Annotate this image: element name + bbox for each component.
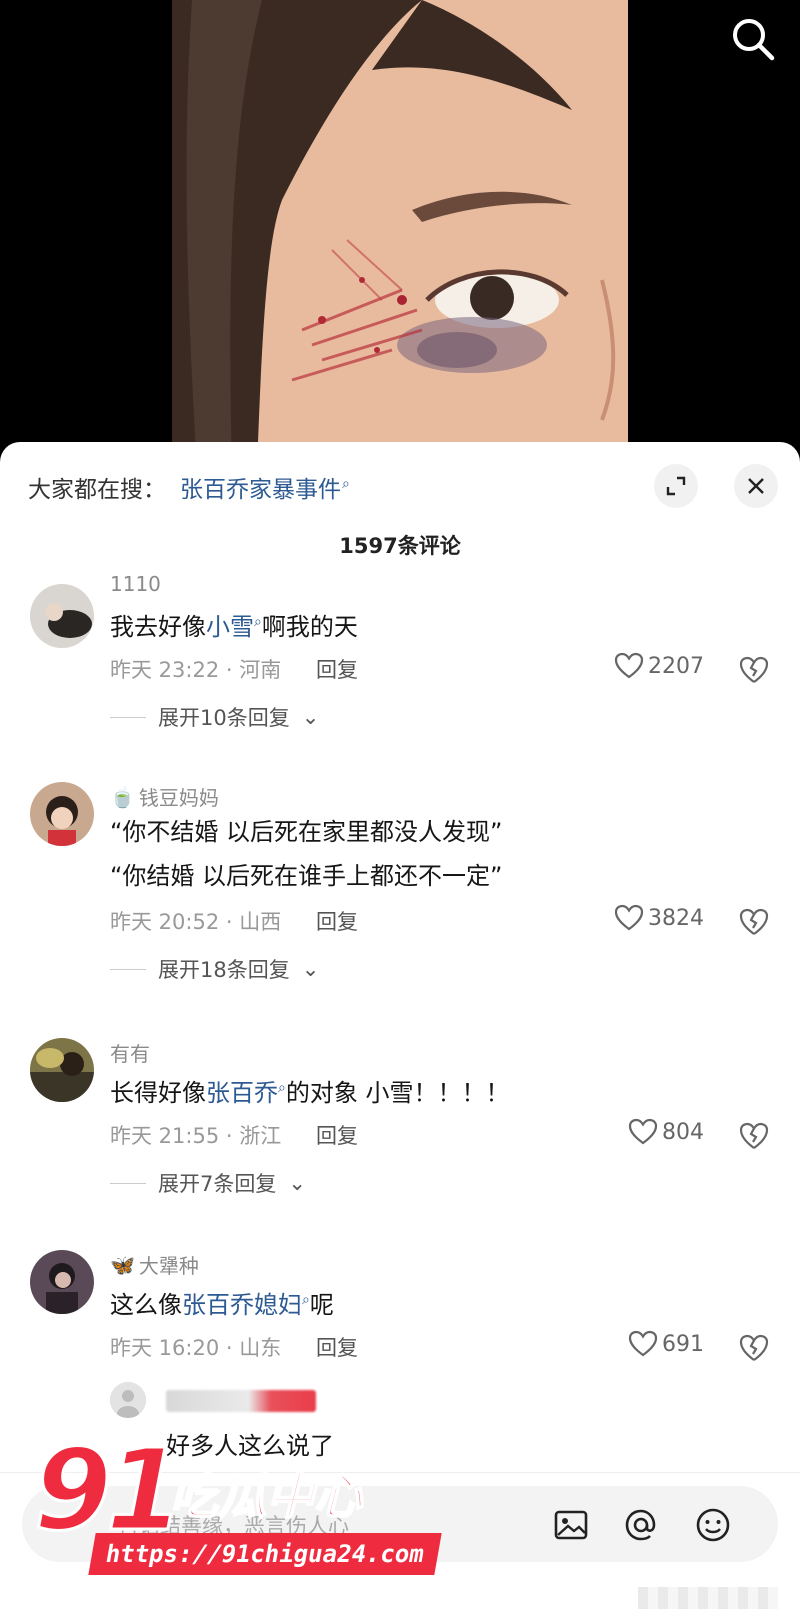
keyword-link[interactable]: 小雪⌕ — [206, 613, 262, 641]
username[interactable]: 有有 — [110, 1038, 150, 1067]
search-icon[interactable] — [730, 16, 776, 62]
chevron-down-icon: ⌄ — [288, 1171, 306, 1195]
comment-text: 我去好像小雪⌕啊我的天 — [110, 602, 358, 647]
divider-line — [110, 1182, 146, 1184]
watermark-corner — [638, 1587, 778, 1609]
comment-meta: 昨天 23:22 · 河南 — [110, 658, 282, 682]
text-part: 这么像 — [110, 1291, 182, 1319]
like-count: 3824 — [648, 905, 704, 931]
keyword-link[interactable]: 张百乔⌕ — [206, 1079, 286, 1107]
text-part: 长得好像 — [110, 1079, 206, 1107]
text-part: 啊我的天 — [261, 613, 358, 641]
like-count: 2207 — [648, 653, 704, 679]
keyword-text: 小雪 — [206, 613, 254, 641]
reply-button[interactable]: 回复 — [316, 654, 358, 684]
comment-input[interactable]: 善语结善缘，恶言伤人心 — [22, 1486, 778, 1562]
expand-replies-button[interactable]: 展开10条回复 ⌄ — [110, 702, 319, 732]
keyword-link[interactable]: 张百乔媳妇⌕ — [182, 1291, 310, 1319]
text-part: 我去好像 — [110, 613, 206, 641]
keyword-text: 张百乔媳妇 — [182, 1291, 302, 1319]
username[interactable]: 1110 — [110, 572, 161, 596]
video-frame — [172, 0, 628, 470]
video-player[interactable] — [0, 0, 800, 470]
avatar[interactable] — [30, 1250, 94, 1314]
heart-icon — [614, 652, 644, 679]
expand-icon[interactable] — [654, 464, 698, 508]
trending-search-link[interactable]: 张百乔家暴事件⌕ — [180, 470, 350, 504]
emoji-icon[interactable] — [694, 1506, 732, 1544]
divider-line — [110, 968, 146, 970]
search-small-icon: ⌕ — [254, 614, 262, 630]
expand-replies-label: 展开7条回复 — [158, 1172, 277, 1196]
expand-replies-button[interactable]: 展开7条回复 ⌄ — [110, 1168, 306, 1198]
sub-reply-text: 好多人这么说了 — [166, 1432, 334, 1460]
expand-replies-label: 展开10条回复 — [158, 706, 290, 730]
trending-label: 大家都在搜： — [28, 477, 166, 503]
comment-text-line: “你不结婚 以后死在家里都没人发现” — [110, 818, 503, 846]
expand-replies-button[interactable]: 展开18条回复 ⌄ — [110, 954, 319, 984]
divider — [0, 1472, 800, 1473]
username-text: 有有 — [110, 1042, 150, 1066]
sheet-header: 大家都在搜： 张百乔家暴事件⌕ — [0, 442, 800, 528]
username-text: 1110 — [110, 572, 161, 596]
comment-text: 这么像张百乔媳妇⌕呢 — [110, 1280, 334, 1325]
avatar[interactable] — [110, 1382, 146, 1418]
chevron-down-icon: ⌄ — [301, 705, 320, 729]
like-button[interactable]: 804 — [628, 1118, 704, 1146]
expand-replies-label: 展开18条回复 — [158, 958, 290, 982]
search-small-icon: ⌕ — [342, 476, 350, 493]
comment-text-line: “你结婚 以后死在谁手上都还不一定” — [110, 862, 503, 890]
reply-button[interactable]: 回复 — [316, 1120, 358, 1150]
like-count: 804 — [662, 1119, 704, 1145]
search-small-icon: ⌕ — [302, 1292, 310, 1308]
keyword-text: 张百乔 — [206, 1079, 278, 1107]
broken-heart-icon[interactable] — [738, 1332, 770, 1364]
divider-line — [110, 716, 146, 718]
avatar[interactable] — [30, 1038, 94, 1102]
comment-input-placeholder: 善语结善缘，恶言伤人心 — [118, 1514, 349, 1538]
like-button[interactable]: 3824 — [614, 904, 704, 932]
username[interactable]: 🦋 大犟种 — [110, 1250, 199, 1279]
comment-meta: 昨天 21:55 · 浙江 — [110, 1124, 282, 1148]
username[interactable]: 🍵 钱豆妈妈 — [110, 782, 219, 811]
text-part: 呢 — [309, 1291, 334, 1319]
comment-meta: 昨天 20:52 · 山西 — [110, 910, 282, 934]
trending-term: 张百乔家暴事件 — [180, 477, 341, 503]
reply-button[interactable]: 回复 — [316, 1332, 358, 1362]
broken-heart-icon[interactable] — [738, 906, 770, 938]
reply-button[interactable]: 回复 — [316, 906, 358, 936]
comment-sheet: 大家都在搜： 张百乔家暴事件⌕ 1597条评论 1110 我去好像小雪⌕啊我的天… — [0, 442, 800, 1621]
teacup-icon: 🍵 — [110, 784, 135, 809]
search-small-icon: ⌕ — [278, 1080, 286, 1096]
close-icon[interactable] — [734, 464, 778, 508]
like-button[interactable]: 2207 — [614, 652, 704, 680]
heart-icon — [628, 1118, 658, 1145]
broken-heart-icon[interactable] — [738, 654, 770, 686]
at-icon[interactable] — [622, 1506, 660, 1544]
comment-text: 长得好像张百乔⌕的对象 小雪！！！！ — [110, 1068, 509, 1113]
username-text: 钱豆妈妈 — [138, 786, 219, 810]
broken-heart-icon[interactable] — [738, 1120, 770, 1152]
like-count: 691 — [662, 1331, 704, 1357]
image-icon[interactable] — [552, 1506, 590, 1544]
heart-icon — [614, 904, 644, 931]
chevron-down-icon: ⌄ — [301, 957, 320, 981]
heart-icon — [628, 1330, 658, 1357]
comment-count: 1597条评论 — [339, 534, 461, 558]
butterfly-icon: 🦋 — [110, 1252, 135, 1277]
comment-meta: 昨天 16:20 · 山东 — [110, 1336, 282, 1360]
avatar[interactable] — [30, 782, 94, 846]
username-text: 大犟种 — [138, 1254, 199, 1278]
like-button[interactable]: 691 — [628, 1330, 704, 1358]
text-part: 的对象 小雪！！！！ — [285, 1079, 510, 1107]
avatar[interactable] — [30, 584, 94, 648]
blurred-username[interactable] — [166, 1390, 316, 1412]
